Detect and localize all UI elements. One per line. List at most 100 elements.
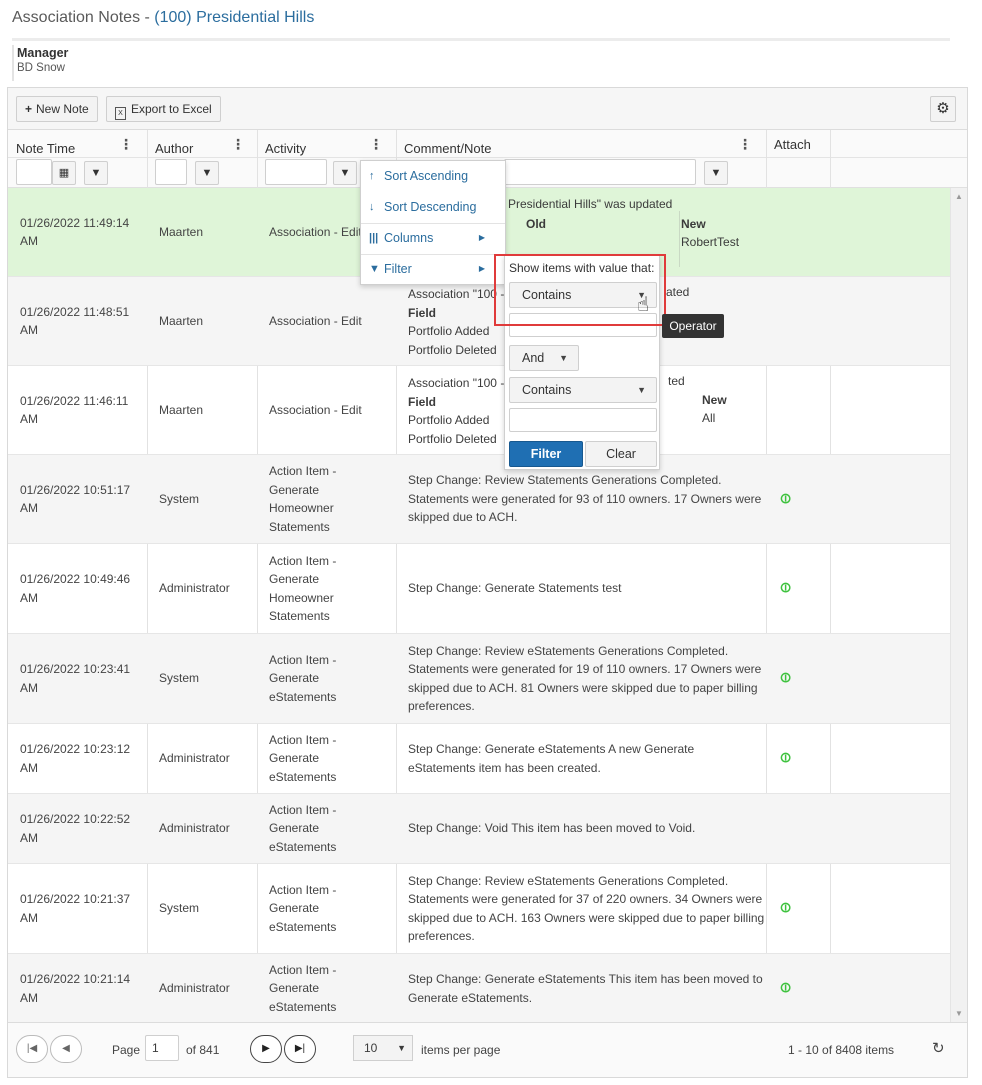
filter-icon: ▼ [339, 167, 351, 179]
column-menu-icon[interactable]: ⋮ [119, 136, 133, 153]
column-menu: ↑ Sort Ascending ↓ Sort Descending ||| Colu… [360, 160, 506, 285]
note-time-cell: 01/26/2022 11:48:51 AM [20, 304, 130, 338]
paperclip-icon[interactable]: ⊘ [775, 488, 797, 510]
activity-filter-input[interactable] [265, 159, 327, 185]
paperclip-icon[interactable]: ⊘ [775, 898, 797, 920]
filter-icon: ▼ [201, 167, 213, 179]
filter-value-input-2[interactable] [509, 408, 657, 432]
comment-cell: Step Change: Review eStatements Generati… [408, 643, 762, 714]
comment-tail: ted [668, 374, 685, 388]
page-number-input[interactable]: 1 [145, 1035, 179, 1061]
author-cell: Administrator [159, 981, 230, 996]
scroll-up-icon[interactable]: ▲ [955, 192, 963, 201]
grid-toolbar: + New Note X Export to Excel ⚙ [8, 88, 967, 130]
last-page-icon: ▶| [294, 1043, 306, 1054]
author-filter-button[interactable]: ▼ [195, 161, 219, 185]
manager-label: Manager [17, 46, 69, 60]
manager-info: Manager BD Snow [12, 45, 312, 81]
table-row[interactable]: 01/26/2022 11:46:11 AM Maarten Associati… [8, 366, 950, 455]
paperclip-icon[interactable]: ⊘ [775, 978, 797, 1000]
filter-item[interactable]: ▼ Filter ▶ [361, 254, 505, 285]
chevron-down-icon: ▼ [637, 385, 646, 395]
plus-icon: + [25, 102, 33, 116]
attach-cell[interactable]: ⊘ [775, 724, 810, 793]
association-name[interactable]: (100) Presidential Hills [154, 9, 314, 26]
column-header-comment[interactable]: Comment/Note ⋮ [396, 130, 766, 158]
paperclip-icon[interactable]: ⊘ [775, 578, 797, 600]
note-time-cell: 01/26/2022 10:22:52 AM [20, 812, 131, 845]
table-row[interactable]: 01/26/2022 10:21:14 AM Administrator Act… [8, 954, 950, 1022]
paperclip-icon[interactable]: ⊘ [775, 668, 797, 690]
attach-cell[interactable]: ⊘ [775, 634, 810, 723]
note-time-filter-button[interactable]: ▼ [84, 161, 108, 185]
filter-icon: ▼ [369, 263, 380, 275]
menu-label: Sort Descending [384, 200, 477, 214]
calendar-button[interactable]: ▦ [52, 161, 76, 185]
sort-descending-item[interactable]: ↓ Sort Descending [361, 192, 505, 223]
comment-line: Association "100 - [408, 287, 505, 301]
columns-item[interactable]: ||| Columns ▶ [361, 223, 505, 254]
next-page-button[interactable]: ▶ [250, 1035, 282, 1063]
menu-label: Columns [384, 231, 434, 245]
comment-filter-button[interactable]: ▼ [704, 161, 728, 185]
calendar-icon: ▦ [58, 167, 70, 179]
author-cell: Maarten [159, 224, 204, 239]
note-time-cell: 01/26/2022 10:21:37 AM [20, 892, 131, 925]
detail-new-value: RobertTest [681, 235, 740, 249]
last-page-button[interactable]: ▶| [284, 1035, 316, 1063]
table-row[interactable]: 01/26/2022 10:51:17 AM System Action Ite… [8, 455, 950, 544]
author-filter-input[interactable] [155, 159, 187, 185]
comment-cell: Association "100 - Field Portfolio Added… [408, 285, 504, 359]
previous-page-button[interactable]: ◀ [50, 1035, 82, 1063]
export-excel-button[interactable]: X Export to Excel [106, 96, 221, 122]
pager: |◀ ◀ Page 1 of 841 ▶ ▶| 10 ▼ items per p… [8, 1022, 967, 1077]
new-note-button[interactable]: + New Note [16, 96, 98, 122]
clear-button[interactable]: Clear [585, 441, 657, 467]
grid-settings-button[interactable]: ⚙ [930, 96, 956, 122]
table-row[interactable]: 01/26/2022 10:21:37 AM System Action Ite… [8, 864, 950, 954]
scroll-down-icon[interactable]: ▼ [955, 1009, 963, 1018]
comment-tail: ated [666, 285, 690, 299]
table-row[interactable]: 01/26/2022 10:49:46 AM Administrator Act… [8, 544, 950, 634]
filter-button[interactable]: Filter [509, 441, 583, 467]
chevron-down-icon: ▼ [397, 1043, 406, 1053]
activity-filter-button[interactable]: ▼ [333, 161, 357, 185]
operator-select-2[interactable]: Contains ▼ [509, 377, 657, 403]
column-menu-icon[interactable]: ⋮ [231, 136, 245, 153]
detail-new-value: All [702, 411, 716, 425]
refresh-icon[interactable]: ↻ [932, 1039, 945, 1057]
column-menu-icon[interactable]: ⋮ [738, 136, 752, 153]
attach-cell[interactable]: ⊘ [775, 455, 810, 543]
attach-cell[interactable]: ⊘ [775, 954, 810, 1022]
logic-select[interactable]: And ▼ [509, 345, 579, 371]
vertical-scrollbar[interactable]: ▲ ▼ [950, 188, 967, 1022]
comment-filter-input[interactable] [504, 159, 696, 185]
paperclip-icon[interactable]: ⊘ [775, 748, 797, 770]
column-header-attach[interactable]: Attach [766, 130, 830, 158]
first-page-button[interactable]: |◀ [16, 1035, 48, 1063]
sort-ascending-item[interactable]: ↑ Sort Ascending [361, 161, 505, 192]
filter-icon: ▼ [710, 167, 722, 179]
attach-cell[interactable]: ⊘ [775, 864, 810, 953]
column-title: Comment/Note [404, 141, 492, 156]
column-header-activity[interactable]: Activity ⋮ [257, 130, 396, 158]
author-cell: Administrator [159, 821, 230, 836]
excel-icon: X [115, 107, 126, 120]
column-title: Author [155, 141, 194, 156]
column-menu-icon[interactable]: ⋮ [369, 136, 383, 153]
activity-cell: Action Item - Generate Homeowner Stateme… [269, 553, 337, 624]
page-size-select[interactable]: 10 ▼ [353, 1035, 413, 1061]
comment-line: Portfolio Added [408, 413, 490, 427]
table-row[interactable]: 01/26/2022 11:48:51 AM Maarten Associati… [8, 277, 950, 366]
title-divider [12, 38, 950, 41]
table-row[interactable]: 01/26/2022 10:23:41 AM System Action Ite… [8, 634, 950, 724]
table-row[interactable]: 01/26/2022 10:22:52 AM Administrator Act… [8, 794, 950, 864]
column-header-note-time[interactable]: Note Time ⋮ [8, 130, 147, 158]
column-header-author[interactable]: Author ⋮ [147, 130, 257, 158]
attach-cell[interactable]: ⊘ [775, 544, 810, 633]
author-cell: Maarten [159, 402, 204, 417]
activity-cell: Action Item - Generate eStatements [269, 962, 337, 1014]
note-time-filter-input[interactable] [16, 159, 52, 185]
note-time-cell: 01/26/2022 11:46:11 AM [20, 393, 129, 427]
table-row[interactable]: 01/26/2022 10:23:12 AM Administrator Act… [8, 724, 950, 794]
